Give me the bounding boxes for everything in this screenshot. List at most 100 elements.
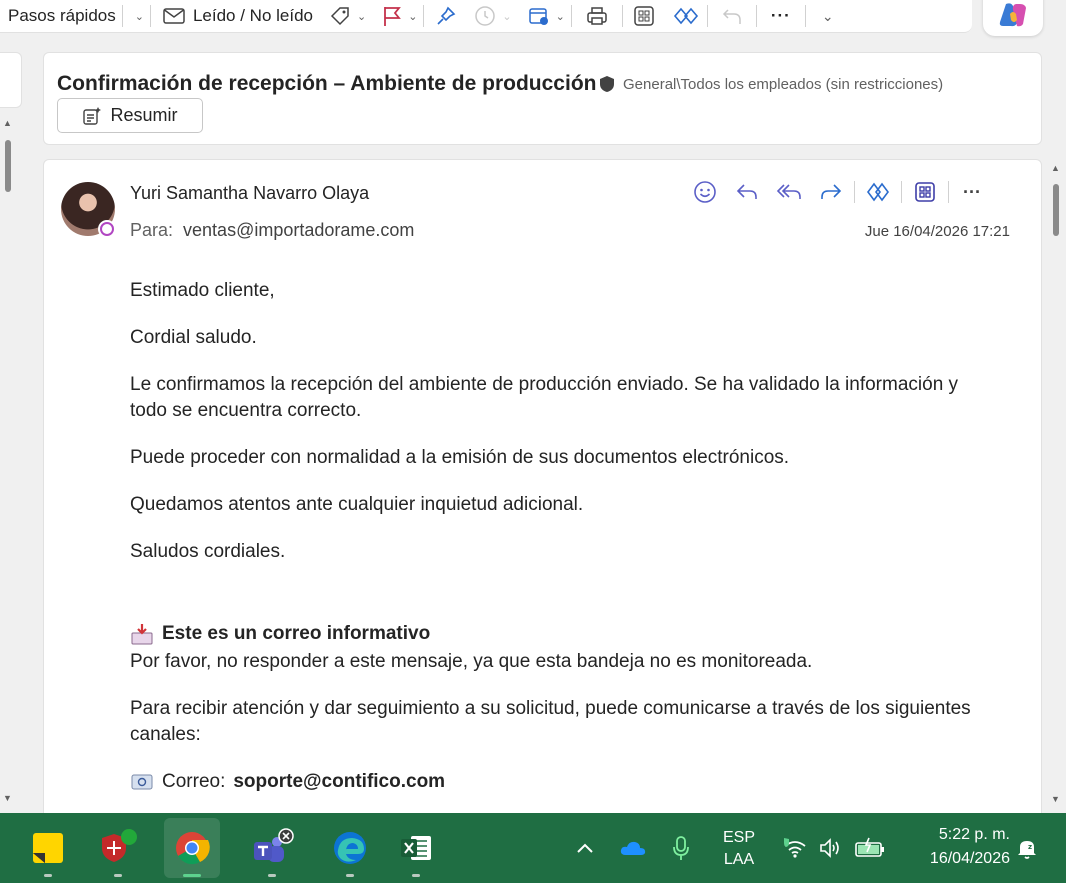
pin-icon	[437, 6, 456, 25]
envelope-icon	[163, 8, 185, 24]
body-paragraph: Para recibir atención y dar seguimiento …	[130, 698, 971, 745]
flag-button[interactable]: ⌄	[372, 0, 423, 32]
input-language-indicator[interactable]: ESP LAA	[716, 827, 762, 871]
ribbon-expand-button[interactable]: ⌄	[806, 0, 850, 32]
summary-sparkle-icon	[83, 106, 102, 125]
microphone-tray[interactable]	[666, 813, 696, 883]
battery-tray[interactable]	[852, 813, 888, 883]
taskbar-security-app[interactable]	[90, 813, 146, 883]
quick-steps-label: Pasos rápidos	[8, 6, 116, 25]
scrollbar-thumb[interactable]	[1053, 184, 1059, 236]
rules-button[interactable]: ⌄	[518, 0, 571, 32]
more-options-button[interactable]: ···	[757, 0, 805, 32]
smiley-icon	[694, 181, 716, 203]
addin-button[interactable]	[665, 0, 707, 32]
running-indicator	[412, 874, 420, 877]
message-card: Yuri Samantha Navarro Olaya Para: ventas@…	[43, 159, 1042, 819]
reply-all-button[interactable]	[768, 182, 810, 202]
language-code: ESP	[722, 829, 755, 846]
divider	[948, 181, 949, 203]
reply-all-icon	[776, 184, 801, 199]
scroll-up-arrow[interactable]: ▲	[1051, 163, 1060, 173]
undo-button[interactable]	[708, 0, 756, 32]
taskbar: ESP LAA 5:22 p. m. 16/04/2026 z	[0, 813, 1066, 883]
calendar-settings-icon	[528, 8, 548, 25]
quick-steps-button[interactable]: Pasos rápidos	[0, 0, 122, 32]
snooze-button[interactable]: ⌄	[468, 0, 517, 32]
more-icon: ···	[770, 6, 791, 25]
message-subject: Confirmación de recepción – Ambiente de …	[57, 72, 597, 95]
network-tray[interactable]	[780, 813, 810, 883]
message-body: Estimado cliente, Cordial saludo. Le con…	[130, 278, 980, 816]
forward-button[interactable]	[810, 182, 852, 202]
tag-button[interactable]: ⌄	[319, 0, 372, 32]
addin-button[interactable]	[857, 181, 899, 203]
notifications-button[interactable]: z	[1012, 813, 1042, 883]
message-actions: ···	[684, 178, 993, 206]
reply-button[interactable]	[726, 182, 768, 202]
sensitivity-label-text: General\Todos los empleados (sin restric…	[623, 75, 944, 93]
subject-card: Confirmación de recepción – Ambiente de …	[43, 52, 1042, 145]
microphone-icon	[673, 836, 689, 860]
summarize-button[interactable]: Resumir	[57, 98, 203, 133]
summarize-label: Resumir	[110, 105, 178, 125]
running-indicator	[44, 874, 52, 877]
chevron-down-icon: ⌄	[555, 10, 565, 23]
recipient-address[interactable]: ventas@importadorame.com	[183, 220, 414, 240]
taskbar-chrome[interactable]	[164, 818, 220, 878]
running-indicator	[183, 874, 201, 877]
support-email-link[interactable]: soporte@contifico.com	[233, 769, 445, 795]
printer-icon	[587, 7, 607, 25]
wifi-shield-icon	[784, 838, 806, 858]
quick-steps-dropdown[interactable]: ⌄	[123, 0, 150, 32]
contact-email-line: Correo: soporte@contifico.com	[130, 769, 980, 795]
system-clock[interactable]: 5:22 p. m. 16/04/2026	[900, 823, 1010, 871]
body-paragraph: Le confirmamos la recepción del ambiente…	[130, 374, 959, 421]
chevron-down-icon: ⌄	[821, 7, 834, 24]
react-button[interactable]	[684, 180, 726, 204]
scroll-down-arrow[interactable]: ▼	[1051, 794, 1060, 804]
inbox-tray-icon	[131, 624, 153, 645]
undo-icon	[722, 9, 741, 24]
taskbar-edge[interactable]	[322, 813, 378, 883]
svg-text:z: z	[1028, 843, 1032, 851]
body-paragraph: Quedamos atentos ante cualquier inquietu…	[130, 494, 584, 515]
info-heading: Este es un correo informativo	[130, 621, 980, 647]
forward-icon	[821, 184, 842, 199]
more-icon: ···	[963, 181, 981, 202]
volume-tray[interactable]	[816, 813, 846, 883]
reply-icon	[736, 184, 757, 199]
taskbar-teams[interactable]	[244, 813, 300, 883]
scroll-down-arrow[interactable]: ▼	[3, 793, 12, 803]
flag-icon	[384, 7, 402, 26]
clock-date: 16/04/2026	[929, 850, 1010, 867]
diamond-link-icon	[673, 7, 698, 25]
email-card-icon	[131, 774, 153, 790]
info-title: Este es un correo informativo	[162, 623, 431, 644]
scroll-up-arrow[interactable]: ▲	[3, 118, 12, 128]
show-hidden-icons-button[interactable]	[570, 813, 600, 883]
presence-badge	[98, 220, 116, 238]
sender-name[interactable]: Yuri Samantha Navarro Olaya	[130, 183, 369, 204]
apps-button[interactable]	[623, 0, 665, 32]
apps-button[interactable]	[904, 181, 946, 203]
clock-icon	[475, 6, 496, 26]
diamond-link-icon	[867, 182, 889, 202]
folder-pane-collapsed[interactable]	[0, 52, 22, 108]
body-paragraph: Puede proceder con normalidad a la emisi…	[130, 447, 790, 468]
tag-icon	[330, 7, 349, 26]
taskbar-sticky-notes[interactable]	[20, 813, 76, 883]
pin-button[interactable]	[424, 0, 468, 32]
sticky-notes-icon	[33, 833, 63, 863]
scrollbar-thumb[interactable]	[5, 140, 11, 192]
copilot-button[interactable]	[983, 0, 1043, 36]
sensitivity-label[interactable]: General\Todos los empleados (sin restric…	[599, 75, 943, 93]
taskbar-excel[interactable]	[388, 813, 444, 883]
more-actions-button[interactable]: ···	[951, 182, 993, 203]
onedrive-tray[interactable]	[616, 813, 650, 883]
read-unread-button[interactable]: Leído / No leído	[151, 0, 319, 32]
chevron-down-icon: ⌄	[356, 10, 367, 23]
print-button[interactable]	[572, 0, 622, 32]
body-greeting: Estimado cliente,	[130, 280, 275, 301]
edge-icon	[334, 832, 366, 864]
